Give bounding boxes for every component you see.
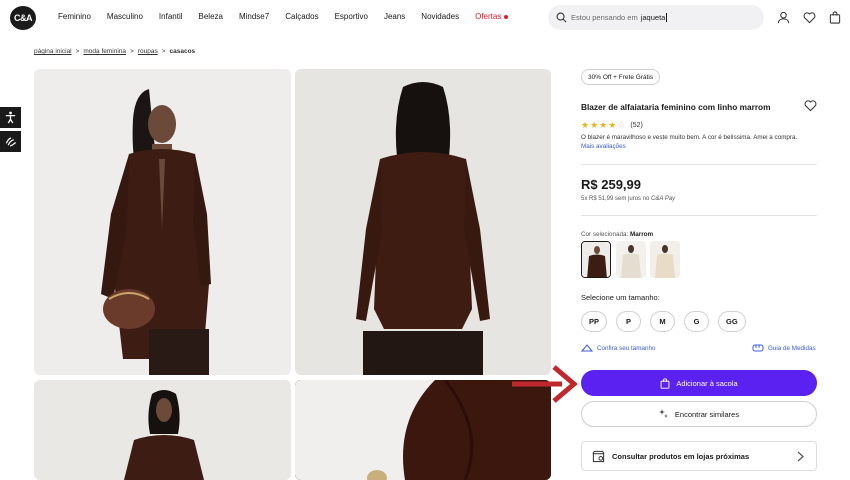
breadcrumb-sep: > <box>161 48 166 55</box>
star-icon: ★ <box>590 120 599 130</box>
product-photo-front[interactable] <box>34 69 291 375</box>
ruler-icon <box>581 344 593 352</box>
fit-check-link[interactable]: Confira seu tamanho <box>581 343 655 353</box>
nav-item-novidades[interactable]: Novidades <box>421 12 459 21</box>
nav-item-calcados[interactable]: Calçados <box>285 12 318 21</box>
breadcrumb-current: casacos <box>169 48 196 55</box>
nav-item-infantil[interactable]: Infantil <box>159 12 183 21</box>
breadcrumb-home[interactable]: página inicial <box>34 48 72 55</box>
nearby-stores-label: Consultar produtos em lojas próximas <box>612 451 750 461</box>
divider <box>581 164 817 165</box>
nav-item-ofertas-label: Ofertas <box>475 12 502 21</box>
size-option-pp[interactable]: PP <box>581 311 608 332</box>
main-nav: Feminino Masculino Infantil Beleza Minds… <box>58 12 540 21</box>
review-count: (52) <box>630 122 643 129</box>
installments-label: 5x R$ 51,99 sem juros no <box>581 196 650 202</box>
search-icon <box>556 12 567 23</box>
star-icon: ★ <box>581 120 590 130</box>
product-title: Blazer de alfaiataria feminino com linho… <box>581 102 771 112</box>
star-icon: ★ <box>599 120 608 130</box>
sign-language-button[interactable] <box>0 131 21 152</box>
sign-language-icon <box>5 137 16 147</box>
size-option-p[interactable]: P <box>616 311 642 332</box>
site-header: C&A Feminino Masculino Infantil Beleza M… <box>0 0 850 36</box>
color-value: Marrom <box>630 231 654 238</box>
rating-stars[interactable]: ★ ★ ★ ★ ☆ (52) <box>581 120 643 131</box>
pay-method: C&A Pay <box>651 196 676 202</box>
color-swatch-marrom[interactable] <box>581 241 611 278</box>
sparkle-icon <box>658 409 668 418</box>
find-similar-button[interactable]: Encontrar similares <box>581 401 817 427</box>
review-excerpt: O blazer é maravilhoso e veste muito bem… <box>581 134 798 141</box>
wishlist-icon[interactable] <box>803 11 816 24</box>
installments-text: 5x R$ 51,99 sem juros no C&A Pay <box>581 196 675 202</box>
breadcrumb: página inicial > moda feminina > roupas > c… <box>34 48 195 55</box>
size-guide-link[interactable]: Guia de Medidas <box>752 343 816 353</box>
color-swatch-bege[interactable] <box>650 241 680 278</box>
promo-badge: 30% Off + Frete Grátis <box>581 69 661 85</box>
breadcrumb-sep: > <box>130 48 134 55</box>
brand-logo[interactable]: C&A <box>10 6 36 30</box>
more-reviews-link[interactable]: Mais avaliações <box>581 143 626 150</box>
annotation-arrow-icon <box>512 365 578 403</box>
product-price: R$ 259,99 <box>581 177 641 192</box>
size-option-gg[interactable]: GG <box>718 311 746 332</box>
accessibility-button[interactable] <box>0 107 21 128</box>
color-label: Cor selecionada: <box>581 231 629 238</box>
store-icon <box>592 450 605 462</box>
divider <box>581 215 817 216</box>
header-icons <box>777 11 841 24</box>
find-similar-label: Encontrar similares <box>674 409 740 419</box>
star-icon: ★ <box>608 120 617 130</box>
nav-item-beleza[interactable]: Beleza <box>199 12 223 21</box>
nav-item-mindse7[interactable]: Mindse7 <box>239 12 269 21</box>
bag-icon[interactable] <box>829 11 841 24</box>
size-options: PP P M G GG <box>581 311 746 332</box>
size-option-g[interactable]: G <box>684 311 710 332</box>
search-placeholder: Estou pensando em <box>571 13 638 22</box>
selected-color: Cor selecionada: Marrom <box>581 231 653 238</box>
favorite-heart-icon[interactable] <box>804 99 817 112</box>
breadcrumb-sep: > <box>75 48 80 55</box>
accessibility-icon <box>5 111 16 124</box>
size-option-m[interactable]: M <box>650 311 676 332</box>
offers-dot <box>504 14 509 19</box>
nav-item-feminino[interactable]: Feminino <box>58 12 91 21</box>
search-input[interactable]: Estou pensando em jaqueta <box>548 5 764 30</box>
add-to-bag-label: Adicionar à sacola <box>676 378 738 388</box>
star-empty-icon: ☆ <box>617 120 626 130</box>
chevron-right-icon <box>797 451 804 462</box>
search-value: jaqueta <box>640 13 668 22</box>
nav-item-masculino[interactable]: Masculino <box>107 12 143 21</box>
breadcrumb-moda-feminina[interactable]: moda feminina <box>83 48 126 55</box>
nearby-stores-button[interactable]: Consultar produtos em lojas próximas <box>581 441 817 471</box>
product-photo-back[interactable] <box>295 69 551 375</box>
shopping-bag-icon <box>660 377 670 389</box>
nav-item-esportivo[interactable]: Esportivo <box>335 12 368 21</box>
user-icon[interactable] <box>777 11 790 24</box>
breadcrumb-roupas[interactable]: roupas <box>138 48 158 55</box>
nav-item-jeans[interactable]: Jeans <box>384 12 405 21</box>
size-label: Selecione um tamanho: <box>581 293 660 302</box>
measure-tape-icon <box>752 344 764 352</box>
product-photo-side[interactable] <box>34 380 291 480</box>
add-to-bag-button[interactable]: Adicionar à sacola <box>581 370 817 396</box>
fit-check-label: Confira seu tamanho <box>597 344 656 352</box>
size-guide-label: Guia de Medidas <box>768 344 816 352</box>
color-swatch-off-white[interactable] <box>616 241 646 278</box>
nav-item-ofertas[interactable]: Ofertas <box>475 12 524 21</box>
